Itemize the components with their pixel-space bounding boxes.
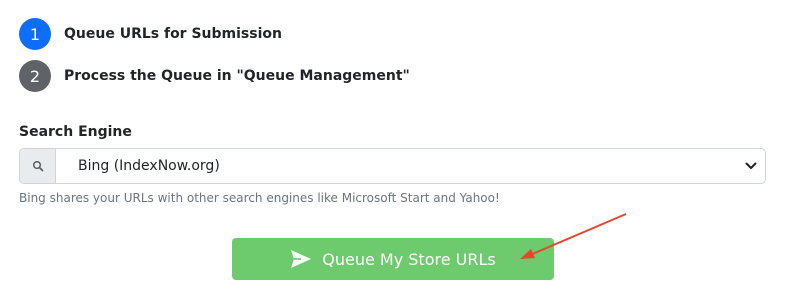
annotation-arrow-icon [520,213,627,259]
